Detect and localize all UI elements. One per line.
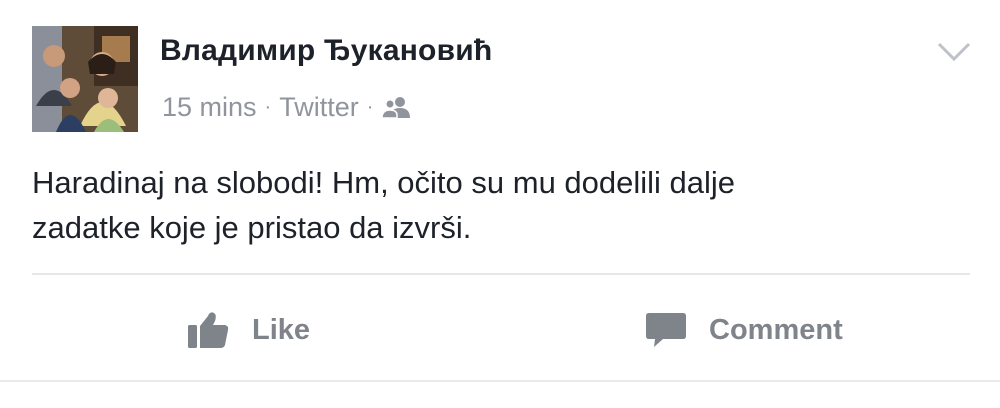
divider (32, 273, 970, 275)
friends-icon[interactable] (381, 95, 411, 119)
author-name[interactable]: Владимир Ђукановић (160, 34, 492, 68)
comment-bubble-icon (645, 310, 687, 350)
message-line: Haradinaj na slobodi! Hm, očito su mu do… (32, 165, 736, 200)
post-source: Twitter (279, 91, 359, 122)
post-timestamp[interactable]: 15 mins (162, 92, 257, 123)
post-meta: 15 mins · Twitter · (162, 90, 411, 124)
comment-button[interactable]: Comment (645, 300, 843, 360)
author-avatar[interactable] (32, 26, 138, 132)
meta-separator: · (264, 95, 272, 118)
like-button[interactable]: Like (186, 300, 310, 360)
like-label: Like (252, 313, 311, 346)
divider (0, 380, 1000, 382)
family-photo-image (32, 26, 138, 132)
facebook-post: Владимир Ђукановић 15 mins · Twitter · H… (0, 0, 1000, 408)
thumbs-up-icon (186, 310, 230, 350)
message-line: zadatke koje je pristao da izvrši. (32, 210, 472, 245)
comment-label: Comment (709, 313, 843, 346)
meta-separator: · (366, 95, 374, 118)
chevron-down-icon[interactable] (936, 40, 972, 64)
post-message: Haradinaj na slobodi! Hm, očito su mu do… (32, 160, 972, 250)
